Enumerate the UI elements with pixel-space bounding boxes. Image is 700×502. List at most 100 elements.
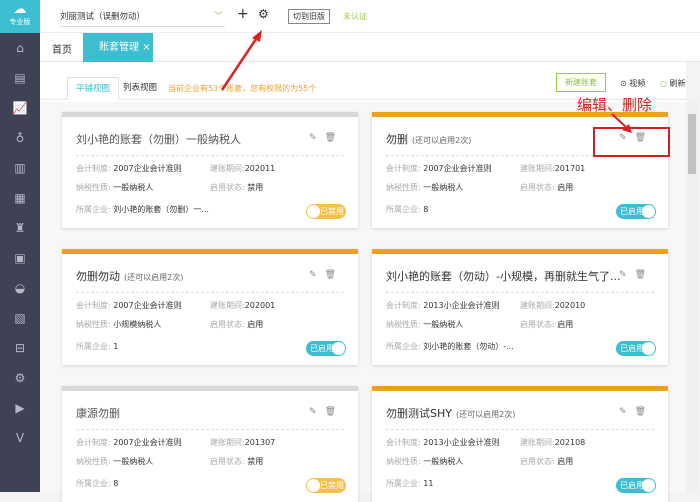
scrollbar[interactable] bbox=[686, 102, 698, 492]
account-card[interactable]: 刘小艳的账套（勿删）一般纳税人 ✎🗑 会计制度: 2007企业会计准则 建账期间… bbox=[62, 112, 358, 228]
field-value: 刘小艳的账套（勿动）-... bbox=[423, 342, 514, 351]
field-label: 启用状态: bbox=[210, 457, 245, 466]
video-icon[interactable]: ▶ bbox=[0, 393, 40, 423]
account-card[interactable]: 刘小艳的账套（勿动）-小规模，再删就生气了... ✎🗑 会计制度: 2013小企… bbox=[372, 249, 668, 365]
delete-icon[interactable]: 🗑 bbox=[635, 407, 654, 417]
scrollbar-thumb[interactable] bbox=[688, 114, 696, 174]
tab-label: 账套管理 bbox=[99, 42, 139, 53]
field-label: 所属企业: bbox=[76, 205, 111, 214]
field-value: 1 bbox=[113, 342, 119, 351]
period-field: 建账期间:202108 bbox=[520, 437, 585, 448]
edit-icon[interactable]: ✎ bbox=[309, 407, 325, 417]
tab-tile-view[interactable]: 平铺视图 bbox=[67, 77, 120, 100]
header: 刘丽测试（误删勿动） ﹀ + ⚙ 切到旧版 未认证 bbox=[40, 0, 700, 33]
company-field: 所属企业: 刘小艳的账套（勿动）-... bbox=[386, 341, 514, 352]
field-label: 建账期间: bbox=[520, 438, 555, 447]
enable-toggle[interactable]: 已禁用 bbox=[306, 204, 346, 219]
account-card[interactable]: 勿删勿动 (还可以启用2次) ✎🗑 会计制度: 2007企业会计准则 建账期间:2… bbox=[62, 249, 358, 365]
field-label: 建账期间: bbox=[520, 164, 555, 173]
card-title: 刘小艳的账套（勿删）一般纳税人 bbox=[76, 131, 245, 147]
logo-label: 专业版 bbox=[9, 18, 31, 26]
field-label: 所属企业: bbox=[76, 479, 111, 488]
play-icon: ⊙ bbox=[620, 79, 627, 88]
system-field: 会计制度: 2007企业会计准则 bbox=[76, 300, 182, 311]
home-icon[interactable]: ⌂ bbox=[0, 33, 40, 63]
field-label: 纳税性质: bbox=[386, 183, 421, 192]
document-icon[interactable]: ▥ bbox=[0, 153, 40, 183]
tab-home[interactable]: 首页 bbox=[52, 41, 72, 56]
edit-icon[interactable]: ✎ bbox=[619, 407, 635, 417]
card-title: 勿删勿动 (还可以启用2次) bbox=[76, 268, 183, 284]
delete-icon[interactable]: 🗑 bbox=[325, 270, 344, 280]
card-title: 康源勿删 bbox=[76, 405, 124, 421]
field-value: 2007企业会计准则 bbox=[113, 301, 182, 310]
account-card[interactable]: 康源勿删 ✎🗑 会计制度: 2007企业会计准则 建账期间:201307 纳税性… bbox=[62, 386, 358, 502]
video-button[interactable]: ⊙ 视频 bbox=[620, 78, 645, 89]
field-label: 会计制度: bbox=[76, 438, 111, 447]
inbox-icon[interactable]: ⊟ bbox=[0, 333, 40, 363]
field-value: 一般纳税人 bbox=[113, 183, 154, 192]
report-icon[interactable]: ▦ bbox=[0, 183, 40, 213]
divider bbox=[386, 292, 654, 293]
field-value: 2007企业会计准则 bbox=[113, 164, 182, 173]
field-value: 201307 bbox=[244, 438, 276, 447]
field-label: 纳税性质: bbox=[386, 457, 421, 466]
close-icon[interactable]: × bbox=[142, 42, 150, 53]
refresh-button[interactable]: ○ 刷新 bbox=[660, 78, 686, 89]
card-title-text: 刘小艳的账套（勿动）-小规模，再删就生气了... bbox=[386, 270, 621, 283]
tax-icon[interactable]: ▧ bbox=[0, 303, 40, 333]
edit-icon[interactable]: ✎ bbox=[309, 133, 325, 143]
enable-toggle[interactable]: 已启用 bbox=[306, 341, 346, 356]
edit-icon[interactable]: ✎ bbox=[309, 270, 325, 280]
unverified-link[interactable]: 未认证 bbox=[343, 11, 367, 22]
switch-old-version-button[interactable]: 切到旧版 bbox=[288, 9, 330, 24]
enable-toggle[interactable]: 已启用 bbox=[616, 478, 656, 493]
tab-list-view[interactable]: 列表视图 bbox=[115, 77, 165, 100]
account-card-grid: 刘小艳的账套（勿删）一般纳税人 ✎🗑 会计制度: 2007企业会计准则 建账期间… bbox=[40, 102, 686, 502]
annotation-highlight-box bbox=[593, 127, 670, 157]
bowl-icon[interactable]: ◒ bbox=[0, 273, 40, 303]
delete-icon[interactable]: 🗑 bbox=[325, 133, 344, 143]
divider bbox=[76, 292, 344, 293]
company-name: 刘丽测试（误删勿动） bbox=[60, 12, 146, 22]
chart-icon[interactable]: 📈 bbox=[0, 93, 40, 123]
field-label: 启用状态: bbox=[520, 183, 555, 192]
gear-icon[interactable]: ⚙ bbox=[258, 7, 269, 21]
enable-toggle[interactable]: 已禁用 bbox=[306, 478, 346, 493]
card-note: (还可以启用2次) bbox=[412, 136, 472, 145]
account-card[interactable]: 勿删测试SHY (还可以启用2次) ✎🗑 会计制度: 2013小企业会计准则 建账… bbox=[372, 386, 668, 502]
card-title-text: 勿删测试SHY bbox=[386, 407, 452, 420]
period-field: 建账期间:201307 bbox=[210, 437, 275, 448]
tab-account-management[interactable]: 账套管理 × bbox=[83, 33, 153, 62]
delete-icon[interactable]: 🗑 bbox=[635, 270, 654, 280]
field-label: 会计制度: bbox=[386, 164, 421, 173]
delete-icon[interactable]: 🗑 bbox=[325, 407, 344, 417]
enable-toggle[interactable]: 已启用 bbox=[616, 341, 656, 356]
new-account-button[interactable]: 新建账套 bbox=[556, 73, 606, 92]
divider bbox=[386, 429, 654, 430]
edit-icon[interactable]: ✎ bbox=[619, 270, 635, 280]
card-title: 勿删 (还可以启用2次) bbox=[386, 131, 471, 147]
add-icon[interactable]: + bbox=[237, 6, 249, 22]
status-field: 启用状态: 启用 bbox=[210, 319, 263, 330]
money-bag-icon[interactable]: ♁ bbox=[0, 123, 40, 153]
refresh-label: 刷新 bbox=[669, 79, 686, 88]
tax-field: 纳税性质: 小规模纳税人 bbox=[76, 319, 161, 330]
v-icon[interactable]: V bbox=[0, 423, 40, 453]
logo[interactable]: ☁ 专业版 bbox=[0, 0, 40, 33]
voucher-icon[interactable]: ▤ bbox=[0, 63, 40, 93]
field-value: 202108 bbox=[554, 438, 586, 447]
system-field: 会计制度: 2013小企业会计准则 bbox=[386, 437, 500, 448]
field-label: 启用状态: bbox=[210, 320, 245, 329]
field-value: 2007企业会计准则 bbox=[423, 164, 492, 173]
enable-toggle[interactable]: 已启用 bbox=[616, 204, 656, 219]
gear-icon[interactable]: ⚙ bbox=[0, 363, 40, 393]
company-select[interactable]: 刘丽测试（误删勿动） ﹀ bbox=[60, 7, 225, 27]
field-label: 所属企业: bbox=[386, 342, 421, 351]
image-icon[interactable]: ▣ bbox=[0, 243, 40, 273]
status-field: 启用状态: 禁用 bbox=[210, 182, 263, 193]
field-label: 所属企业: bbox=[386, 205, 421, 214]
tax-field: 纳税性质: 一般纳税人 bbox=[386, 182, 463, 193]
field-label: 会计制度: bbox=[76, 164, 111, 173]
shirt-icon[interactable]: ♜ bbox=[0, 213, 40, 243]
